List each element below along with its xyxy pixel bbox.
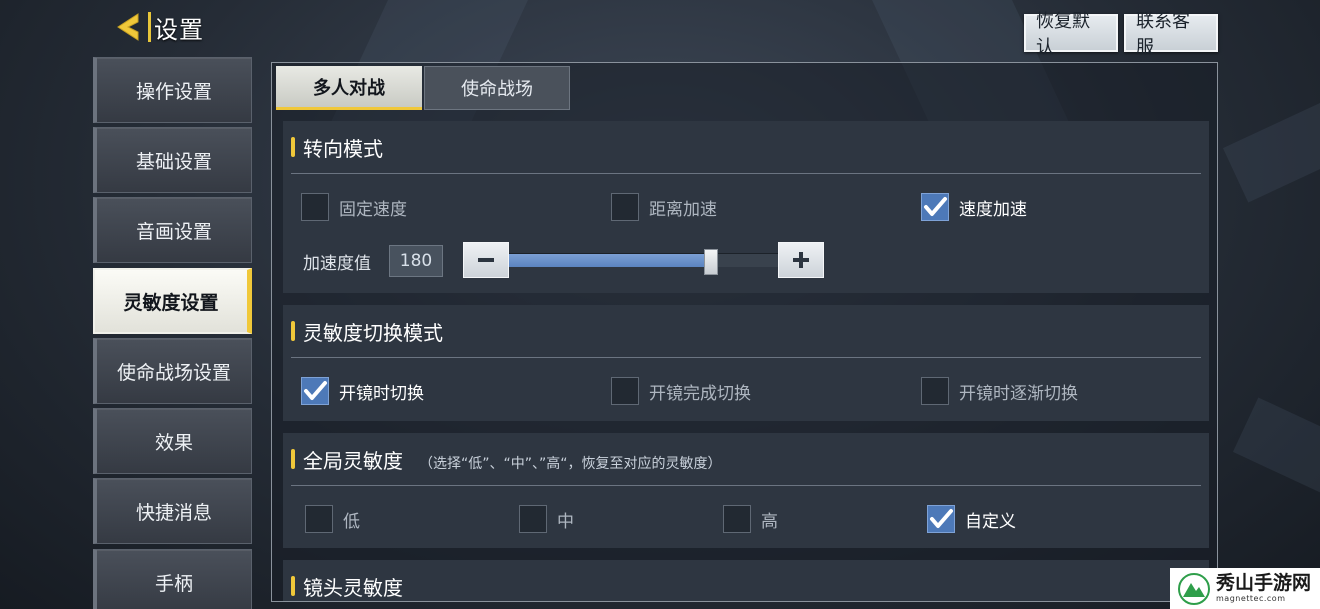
settings-panel: 多人对战 使命战场 转向模式 固定速度 距离加速 速度加速 加速度值 180 灵…: [271, 62, 1218, 602]
decrease-button[interactable]: [463, 242, 509, 278]
checkbox[interactable]: [611, 377, 639, 405]
check-icon: [930, 509, 953, 528]
option-label: 低: [343, 511, 360, 532]
minus-icon: [478, 258, 494, 262]
background-shape: [1232, 397, 1320, 503]
check-icon: [304, 381, 327, 400]
back-arrow-icon: [117, 13, 139, 41]
option-label: 距离加速: [649, 199, 717, 220]
sidebar-item-sensitivity[interactable]: 灵敏度设置: [93, 268, 252, 334]
background-shape: [1222, 97, 1320, 203]
accel-slider[interactable]: [509, 249, 778, 275]
checkbox-checked[interactable]: [921, 193, 949, 221]
sidebar-item-battleground[interactable]: 使命战场设置: [93, 338, 252, 404]
sidebar-item-effects[interactable]: 效果: [93, 408, 252, 474]
option-label: 高: [761, 511, 778, 532]
checkbox[interactable]: [519, 505, 547, 533]
checkbox[interactable]: [301, 193, 329, 221]
option-distance-accel[interactable]: 距离加速: [611, 193, 717, 221]
option-label: 固定速度: [339, 199, 407, 220]
section-hint: （选择“低”、“中”、”高“，恢复至对应的灵敏度）: [419, 456, 722, 472]
check-icon: [924, 197, 947, 216]
section-title-row: 全局灵敏度 （选择“低”、“中”、”高“，恢复至对应的灵敏度）: [303, 445, 722, 474]
section-title: 全局灵敏度: [303, 449, 403, 473]
turn-mode-section: 转向模式 固定速度 距离加速 速度加速 加速度值 180: [283, 121, 1209, 293]
section-title: 转向模式: [303, 137, 383, 161]
sidebar-item-audio-video[interactable]: 音画设置: [93, 197, 252, 263]
section-accent: [291, 137, 295, 157]
sidebar-item-quick-messages[interactable]: 快捷消息: [93, 478, 252, 544]
option-fixed-speed[interactable]: 固定速度: [301, 193, 407, 221]
sidebar-item-operation[interactable]: 操作设置: [93, 57, 252, 123]
mountain-logo-icon: [1178, 572, 1210, 605]
divider: [291, 485, 1201, 486]
accel-value[interactable]: 180: [389, 245, 443, 277]
option-medium[interactable]: 中: [519, 505, 574, 533]
contact-service-button[interactable]: 联系客服: [1124, 11, 1218, 58]
watermark: 秀山手游网 magnettec.com: [1170, 568, 1320, 609]
option-switch-after-scope[interactable]: 开镜完成切换: [611, 377, 751, 405]
slider-handle[interactable]: [703, 249, 718, 275]
watermark-text: 秀山手游网 magnettec.com: [1216, 574, 1311, 603]
option-speed-accel[interactable]: 速度加速: [921, 193, 1027, 221]
checkbox[interactable]: [611, 193, 639, 221]
increase-button[interactable]: [778, 242, 824, 278]
option-label: 速度加速: [959, 199, 1027, 220]
section-accent: [291, 321, 295, 341]
checkbox-checked[interactable]: [927, 505, 955, 533]
section-accent: [291, 576, 295, 596]
watermark-name: 秀山手游网: [1216, 572, 1312, 594]
divider: [291, 173, 1201, 174]
lens-sensitivity-section: 镜头灵敏度: [283, 560, 1209, 601]
checkbox-checked[interactable]: [301, 377, 329, 405]
option-custom[interactable]: 自定义: [927, 505, 1016, 533]
tab-multiplayer[interactable]: 多人对战: [276, 66, 422, 110]
tab-battleground[interactable]: 使命战场: [424, 66, 570, 110]
option-low[interactable]: 低: [305, 505, 360, 533]
checkbox[interactable]: [305, 505, 333, 533]
checkbox[interactable]: [723, 505, 751, 533]
option-label: 开镜时切换: [339, 383, 424, 404]
option-switch-on-scope[interactable]: 开镜时切换: [301, 377, 424, 405]
option-label: 自定义: [965, 511, 1016, 532]
plus-icon: [793, 252, 809, 268]
sidebar-item-basic[interactable]: 基础设置: [93, 127, 252, 193]
switch-mode-section: 灵敏度切换模式 开镜时切换 开镜完成切换 开镜时逐渐切换: [283, 305, 1209, 421]
back-button[interactable]: 设置: [112, 8, 210, 46]
title-divider: [148, 12, 151, 42]
global-sensitivity-section: 全局灵敏度 （选择“低”、“中”、”高“，恢复至对应的灵敏度） 低 中 高 自定…: [283, 433, 1209, 548]
option-gradual-switch[interactable]: 开镜时逐渐切换: [921, 377, 1078, 405]
option-label: 开镜时逐渐切换: [959, 383, 1078, 404]
accel-label: 加速度值: [303, 254, 371, 274]
option-label: 中: [557, 511, 574, 532]
option-label: 开镜完成切换: [649, 383, 751, 404]
watermark-domain: magnettec.com: [1216, 594, 1286, 603]
checkbox[interactable]: [921, 377, 949, 405]
section-accent: [291, 449, 295, 469]
slider-fill: [509, 254, 711, 267]
divider: [291, 357, 1201, 358]
section-title: 镜头灵敏度: [303, 576, 403, 600]
section-title: 灵敏度切换模式: [303, 321, 443, 345]
sidebar-item-controller[interactable]: 手柄: [93, 549, 252, 609]
restore-default-button[interactable]: 恢复默认: [1024, 11, 1118, 58]
option-high[interactable]: 高: [723, 505, 778, 533]
page-title: 设置: [154, 15, 204, 44]
